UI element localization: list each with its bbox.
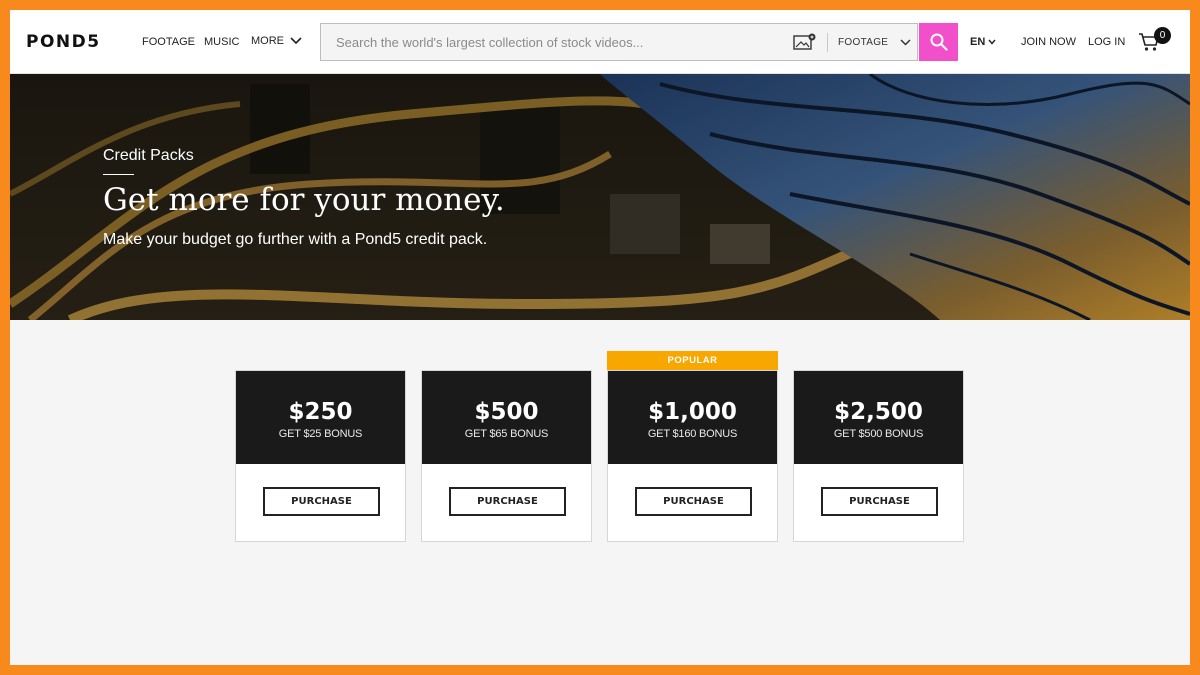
credit-pack-header: $2,500 GET $500 BONUS bbox=[794, 371, 963, 464]
pack-bonus: GET $500 BONUS bbox=[833, 428, 924, 440]
nav-music[interactable]: MUSIC bbox=[204, 36, 239, 48]
hero-title: Get more for your money. bbox=[103, 182, 505, 218]
hero-eyebrow: Credit Packs bbox=[103, 147, 194, 164]
search-button[interactable] bbox=[919, 23, 958, 61]
search-type-label: FOOTAGE bbox=[838, 36, 889, 48]
pack-bonus: GET $65 BONUS bbox=[464, 428, 549, 440]
join-now-link[interactable]: JOIN NOW bbox=[1021, 36, 1076, 48]
purchase-button[interactable]: PURCHASE bbox=[821, 487, 938, 516]
popular-badge: POPULAR bbox=[607, 351, 778, 370]
pack-price: $1,000 bbox=[648, 399, 737, 425]
log-in-link[interactable]: LOG IN bbox=[1088, 36, 1125, 48]
hero-subtitle: Make your budget go further with a Pond5… bbox=[103, 231, 488, 248]
hero-banner: Credit Packs Get more for your money. Ma… bbox=[10, 74, 1190, 320]
page: POND5 FOOTAGE MUSIC MORE FOOTAGE bbox=[10, 10, 1190, 665]
top-nav: POND5 FOOTAGE MUSIC MORE FOOTAGE bbox=[10, 10, 1190, 74]
search-divider bbox=[827, 33, 828, 52]
credit-pack-header: $1,000 GET $160 BONUS bbox=[608, 371, 777, 464]
purchase-button[interactable]: PURCHASE bbox=[263, 487, 380, 516]
credit-pack-card: $250 GET $25 BONUS PURCHASE bbox=[235, 370, 406, 542]
hero-divider bbox=[103, 174, 134, 175]
search-input[interactable] bbox=[321, 24, 781, 60]
credit-pack-header: $500 GET $65 BONUS bbox=[422, 371, 591, 464]
language-label: EN bbox=[970, 36, 986, 48]
credit-pack-card: $500 GET $65 BONUS PURCHASE bbox=[421, 370, 592, 542]
pack-price: $2,500 bbox=[834, 399, 923, 425]
purchase-button[interactable]: PURCHASE bbox=[449, 487, 566, 516]
language-select[interactable]: EN bbox=[970, 36, 996, 48]
purchase-button[interactable]: PURCHASE bbox=[635, 487, 752, 516]
pack-bonus: GET $25 BONUS bbox=[278, 428, 363, 440]
pack-price: $500 bbox=[474, 399, 539, 425]
pond5-logo[interactable]: POND5 bbox=[26, 32, 101, 52]
search-icon bbox=[930, 33, 948, 51]
nav-footage[interactable]: FOOTAGE bbox=[142, 36, 195, 48]
chevron-down-icon bbox=[290, 37, 302, 45]
nav-more-label: MORE bbox=[251, 35, 284, 47]
chevron-down-icon bbox=[988, 39, 996, 45]
credit-pack-card: $1,000 GET $160 BONUS PURCHASE bbox=[607, 370, 778, 542]
search-type-select[interactable]: FOOTAGE bbox=[838, 24, 918, 60]
search-bar: FOOTAGE bbox=[320, 23, 918, 61]
image-search-icon[interactable] bbox=[793, 33, 817, 51]
credit-pack-header: $250 GET $25 BONUS bbox=[236, 371, 405, 464]
chevron-down-icon bbox=[900, 38, 911, 46]
nav-more[interactable]: MORE bbox=[251, 35, 302, 47]
cart-count-badge: 0 bbox=[1154, 27, 1171, 44]
pack-bonus: GET $160 BONUS bbox=[647, 428, 738, 440]
credit-pack-card: $2,500 GET $500 BONUS PURCHASE bbox=[793, 370, 964, 542]
pack-price: $250 bbox=[288, 399, 353, 425]
